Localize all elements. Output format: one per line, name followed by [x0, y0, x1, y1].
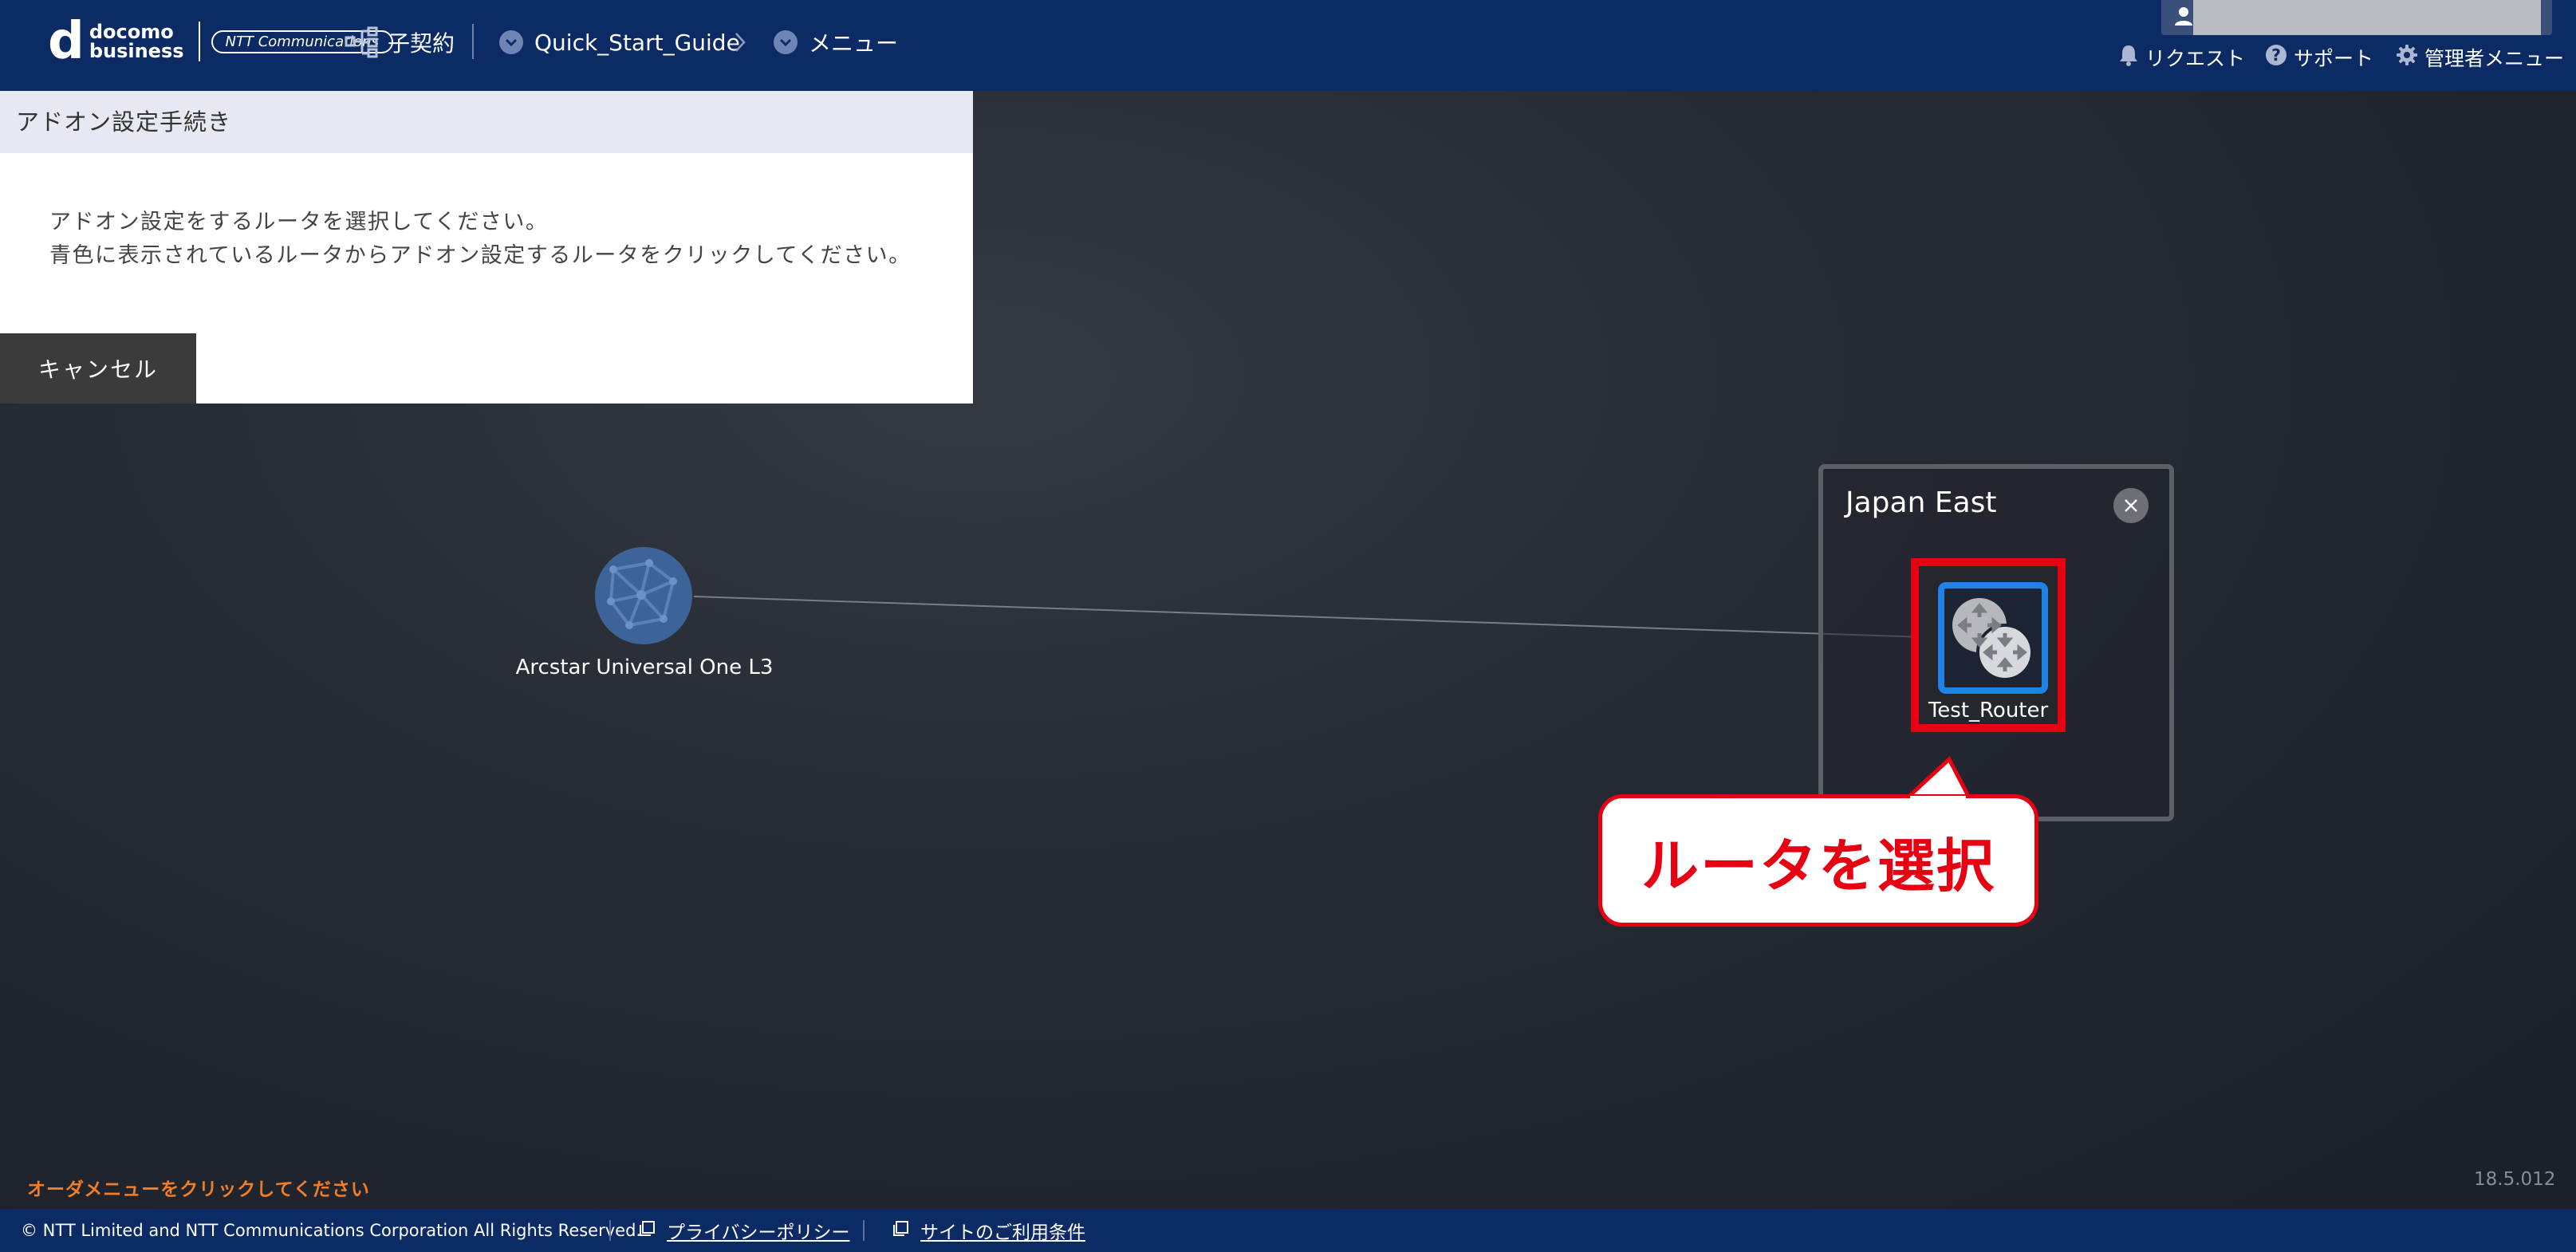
footer-bar: © NTT Limited and NTT Communications Cor…: [0, 1209, 2576, 1252]
privacy-policy-link[interactable]: プライバシーポリシー: [638, 1209, 850, 1252]
privacy-policy-label: プライバシーポリシー: [667, 1222, 850, 1243]
order-menu-hint: オーダメニューをクリックしてください: [27, 1179, 370, 1200]
terms-of-use-label: サイトのご利用条件: [920, 1222, 1085, 1243]
terms-of-use-link[interactable]: サイトのご利用条件: [892, 1209, 1085, 1252]
footer-divider: [609, 1220, 611, 1241]
copyright-text: © NTT Limited and NTT Communications Cor…: [21, 1221, 642, 1240]
external-window-icon: [638, 1220, 656, 1242]
external-window-icon: [892, 1220, 909, 1242]
version-number: 18.5.012: [2474, 1169, 2556, 1190]
footer-divider: [863, 1220, 865, 1241]
callout-pointer-cover: [1910, 796, 1966, 802]
